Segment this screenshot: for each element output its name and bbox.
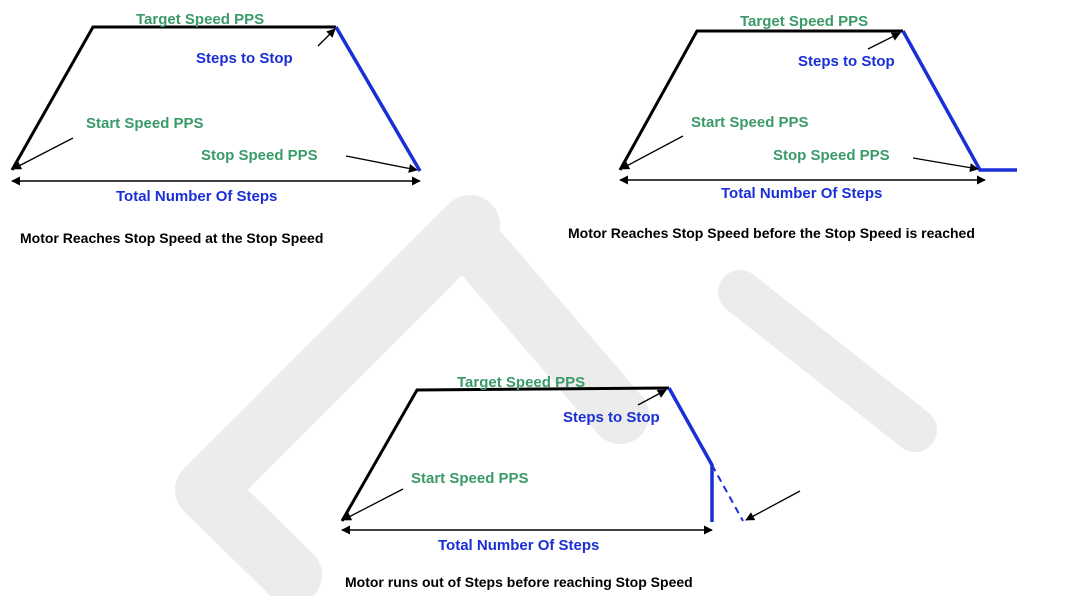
diagram-caption: Motor Reaches Stop Speed before the Stop… [568, 225, 975, 241]
decel-line [334, 26, 422, 172]
stop-speed-pointer [912, 157, 979, 173]
speed-profile-diagrams: Target Speed PPS Steps to Stop Start Spe… [10, 11, 1017, 596]
watermark-logo [175, 195, 937, 596]
diagram-caption: Motor Reaches Stop Speed at the Stop Spe… [20, 230, 323, 246]
stop-speed-label: Stop Speed PPS [201, 147, 318, 164]
steps-to-stop-pointer [867, 32, 901, 50]
steps-to-stop-pointer [317, 28, 336, 47]
start-speed-label: Start Speed PPS [86, 115, 204, 132]
steps-to-stop-label: Steps to Stop [798, 53, 895, 70]
steps-to-stop-label: Steps to Stop [196, 50, 293, 67]
start-speed-label: Start Speed PPS [411, 470, 529, 487]
stop-speed-label: Stop Speed PPS [773, 147, 890, 164]
total-steps-label: Total Number Of Steps [438, 537, 599, 554]
profile-diagram-1: Target Speed PPS Steps to Stop Start Spe… [10, 11, 422, 246]
stop-speed-pointer [745, 490, 801, 521]
start-speed-label: Start Speed PPS [691, 114, 809, 131]
profile-diagram-3: Target Speed PPS Steps to Stop Start Spe… [340, 374, 801, 590]
total-steps-label: Total Number Of Steps [116, 188, 277, 205]
target-speed-label: Target Speed PPS [740, 13, 868, 30]
total-steps-label: Total Number Of Steps [721, 185, 882, 202]
diagram-caption: Motor runs out of Steps before reaching … [345, 574, 693, 590]
profile-diagram-2: Target Speed PPS Steps to Stop Start Spe… [568, 13, 1017, 241]
watermark-chevron [175, 195, 500, 596]
target-speed-label: Target Speed PPS [136, 11, 264, 28]
decel-line [901, 30, 1017, 172]
steps-to-stop-label: Steps to Stop [563, 409, 660, 426]
target-speed-label: Target Speed PPS [457, 374, 585, 391]
decel-line [667, 387, 714, 522]
stop-speed-pointer [345, 155, 418, 173]
watermark-stroke-right [718, 270, 937, 452]
projected-decel-dashed-line [711, 464, 744, 522]
